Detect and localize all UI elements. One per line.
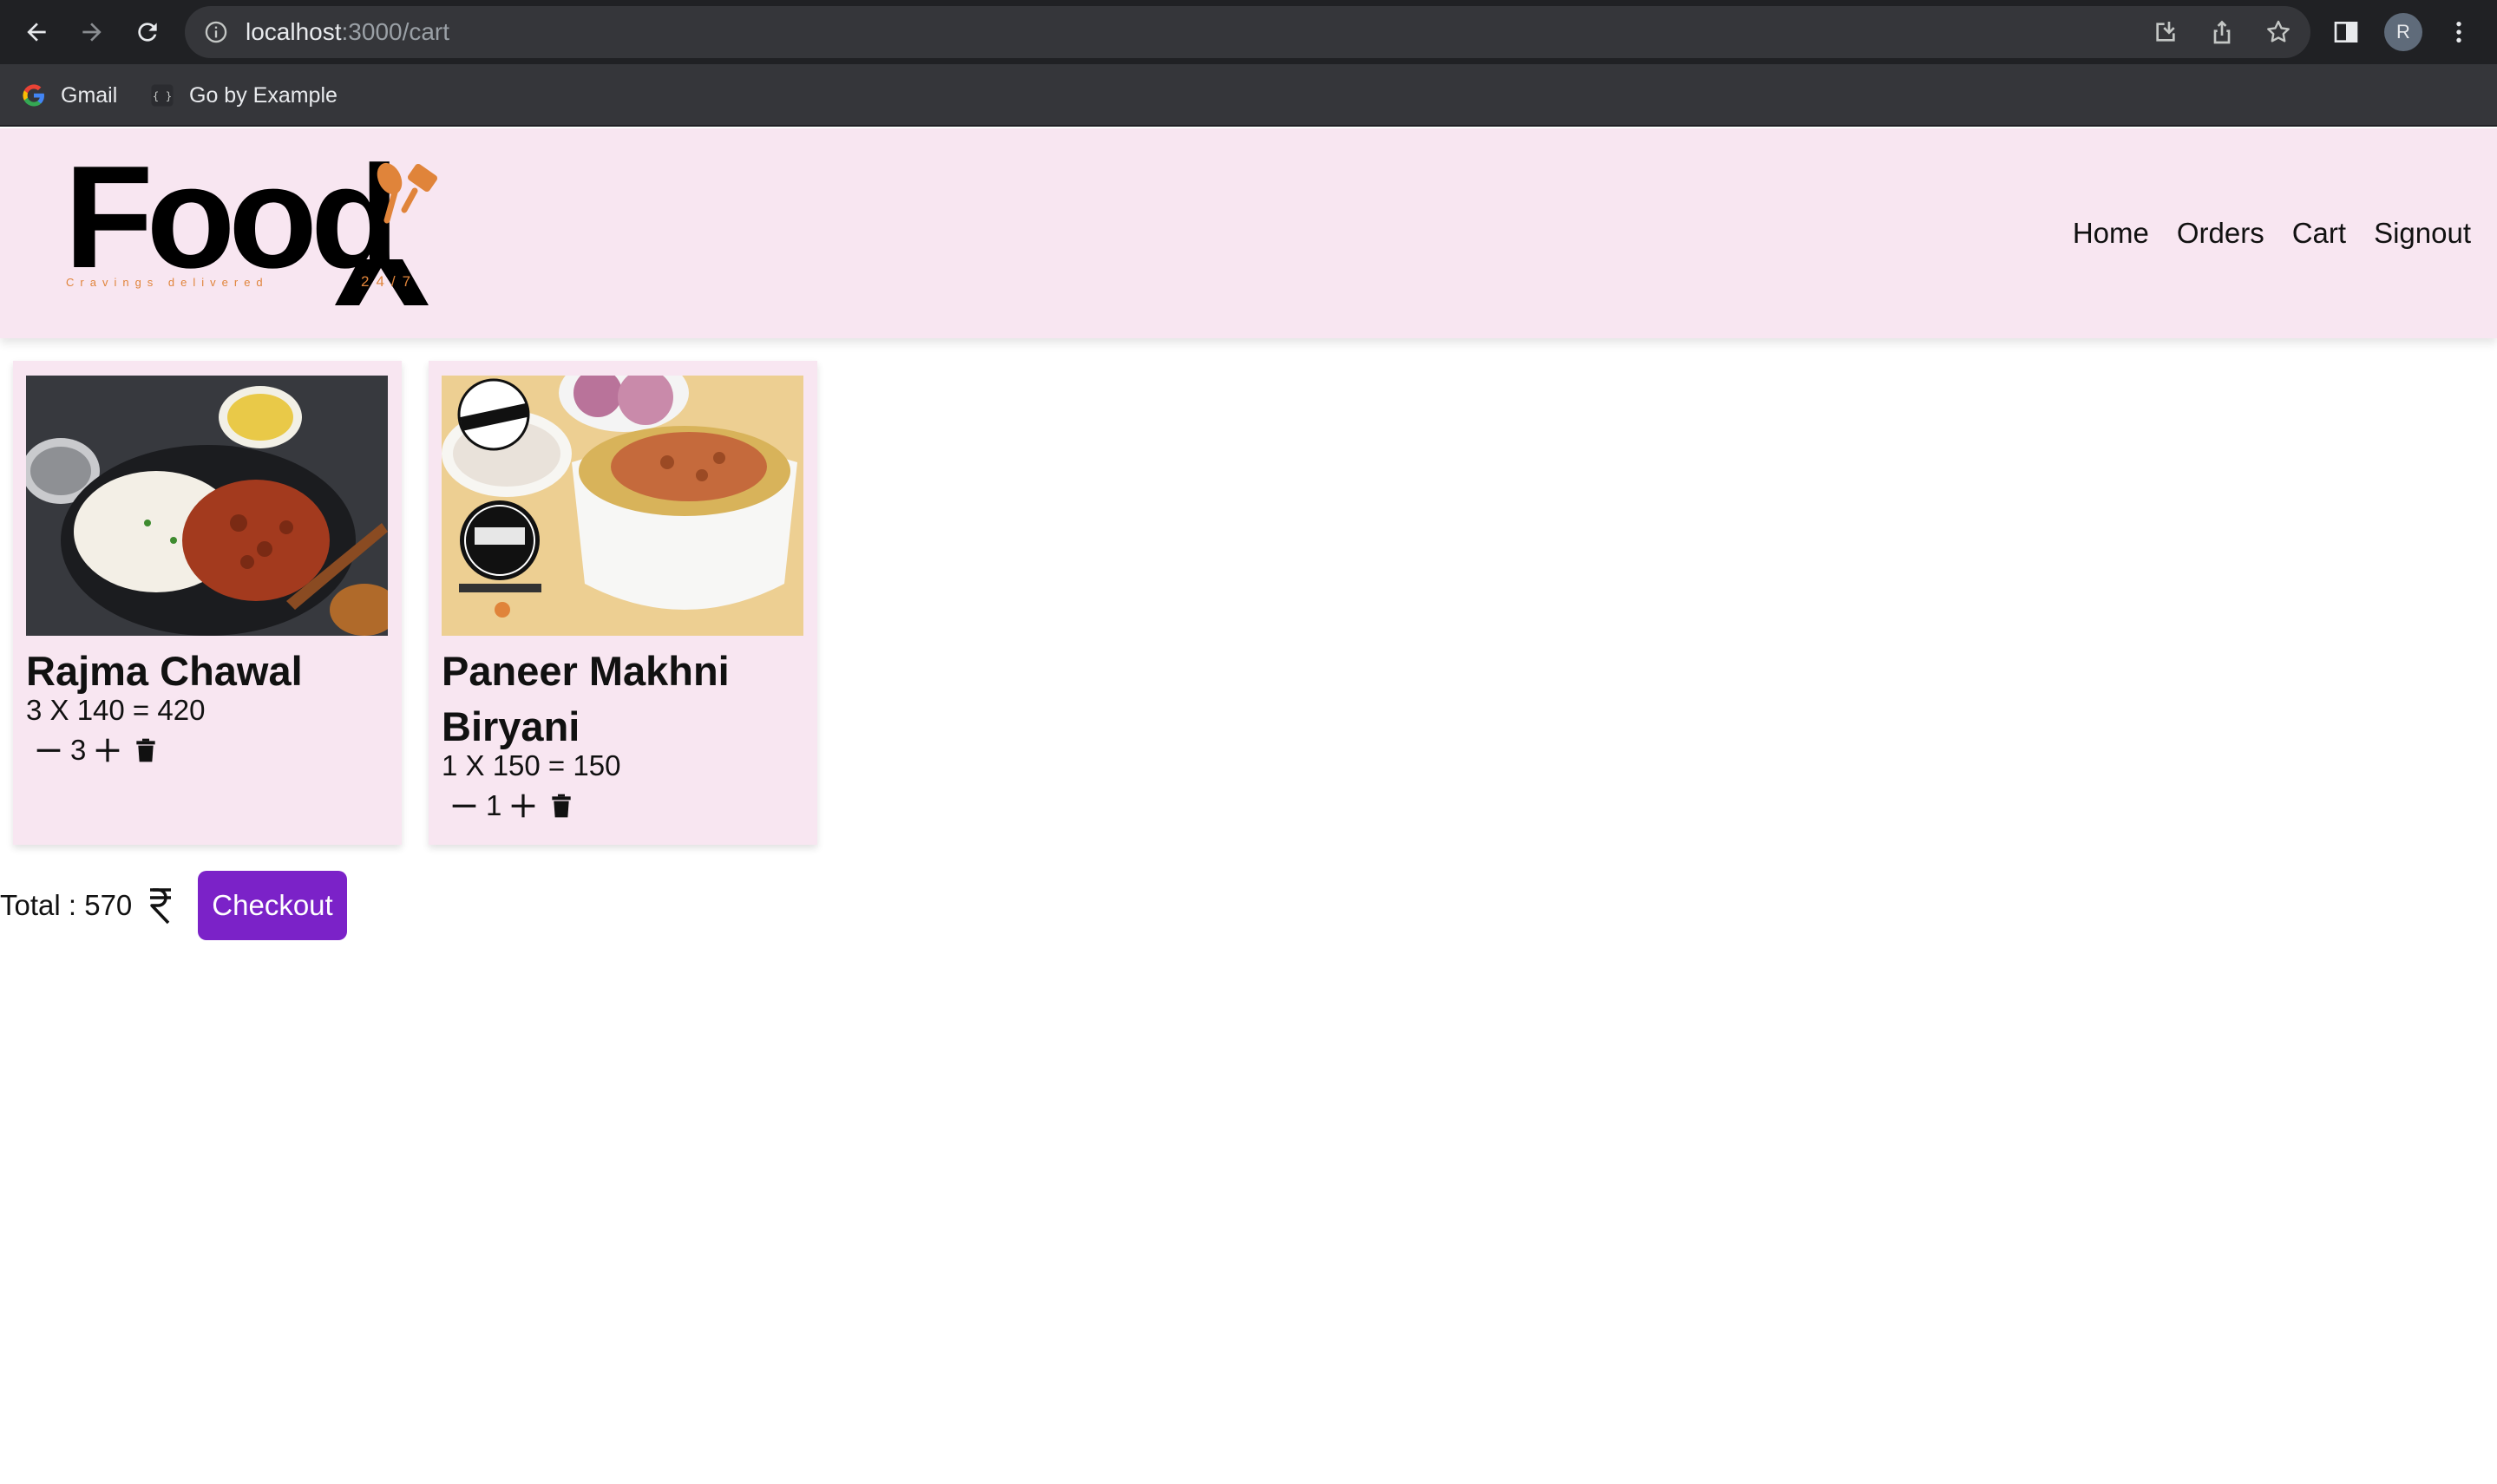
- delete-item-button[interactable]: [129, 734, 162, 767]
- minus-icon: [452, 804, 476, 807]
- arrow-left-icon: [27, 23, 46, 42]
- trash-icon: [136, 738, 156, 762]
- bookmarks-bar: Gmail { } Go by Example: [0, 64, 2497, 127]
- more-vert-icon: [2456, 22, 2461, 42]
- item-price-calc: 1 X 150 = 150: [442, 749, 621, 781]
- share-button[interactable]: [2206, 16, 2238, 48]
- reload-button[interactable]: [127, 11, 168, 53]
- trash-icon: [552, 794, 572, 818]
- item-price-calc: 3 X 140 = 420: [26, 694, 206, 726]
- bookmark-star-button[interactable]: [2263, 16, 2294, 48]
- cart-item-card: Paneer Makhni Biryani 1 X 150 = 150 1: [429, 361, 817, 845]
- nav-orders[interactable]: Orders: [2177, 217, 2264, 250]
- item-name: Paneer Makhni Biryani: [442, 648, 730, 749]
- nav-signout[interactable]: Signout: [2374, 217, 2471, 250]
- address-bar[interactable]: localhost:3000/cart: [185, 6, 2310, 58]
- paneer-biryani-photo: [442, 376, 803, 636]
- cart-total: Total : 570: [0, 889, 133, 921]
- bookmark-label: Gmail: [61, 82, 118, 108]
- cart-item-card: Rajma Chawal 3 X 140 = 420 3: [13, 361, 402, 845]
- install-icon: [2156, 22, 2175, 42]
- decrease-quantity-button[interactable]: [448, 789, 481, 822]
- quantity-stepper: 1: [448, 789, 578, 822]
- decrease-quantity-button[interactable]: [32, 734, 65, 767]
- reload-icon: [138, 23, 157, 42]
- plus-icon: [512, 794, 535, 818]
- foodx-logo[interactable]: Food Cravings delivered 24/7: [64, 135, 463, 307]
- browser-menu-button[interactable]: [2443, 16, 2474, 48]
- back-button[interactable]: [16, 11, 57, 53]
- nav-home[interactable]: Home: [2073, 217, 2149, 250]
- site-header: Food Cravings delivered 24/7 Home Orders…: [0, 128, 2497, 338]
- item-name: Rajma Chawal: [26, 648, 303, 694]
- forward-button[interactable]: [71, 11, 113, 53]
- svg-text:24/7: 24/7: [361, 273, 417, 290]
- braces-icon: { }: [149, 82, 175, 108]
- cart-total-row: Total : 570 Checkout: [0, 871, 347, 940]
- increase-quantity-button[interactable]: [507, 789, 540, 822]
- main-nav: Home Orders Cart Signout: [2073, 128, 2471, 338]
- side-panel-icon: [2334, 22, 2358, 42]
- arrow-right-icon: [82, 23, 102, 42]
- share-icon: [2213, 20, 2231, 44]
- quantity-value: 1: [486, 789, 502, 821]
- checkout-button[interactable]: Checkout: [198, 871, 347, 940]
- rupee-icon: [146, 886, 175, 925]
- delete-item-button[interactable]: [545, 789, 578, 822]
- plus-icon: [96, 738, 120, 762]
- bookmark-gmail[interactable]: Gmail: [21, 64, 117, 127]
- nav-cart[interactable]: Cart: [2292, 217, 2346, 250]
- rajma-chawal-photo: [26, 376, 388, 636]
- install-app-button[interactable]: [2150, 16, 2181, 48]
- quantity-value: 3: [70, 734, 87, 766]
- side-panel-button[interactable]: [2330, 16, 2362, 48]
- info-icon[interactable]: [204, 20, 228, 44]
- increase-quantity-button[interactable]: [91, 734, 124, 767]
- quantity-stepper: 3: [32, 734, 162, 767]
- star-icon: [2267, 20, 2290, 42]
- minus-icon: [36, 749, 61, 752]
- bookmark-go-by-example[interactable]: { } Go by Example: [149, 64, 338, 127]
- browser-toolbar: localhost:3000/cart R: [0, 0, 2497, 64]
- profile-avatar[interactable]: R: [2384, 13, 2422, 51]
- google-icon: [21, 82, 47, 108]
- url-text: localhost:3000/cart: [246, 18, 450, 45]
- svg-text:Cravings delivered: Cravings delivered: [66, 276, 269, 289]
- bookmark-label: Go by Example: [189, 82, 338, 108]
- svg-text:{ }: { }: [153, 89, 173, 102]
